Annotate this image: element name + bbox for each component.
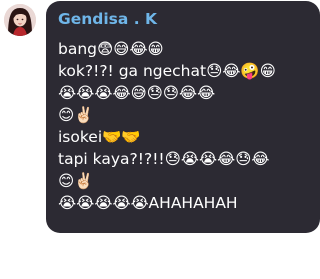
message-text: bang😨😅😂😁 kok?!?! ga ngechat😓😂🤪😁 😭😭😭😂😅😓😓😂… [58,38,314,214]
message-line: 😊✌🏻 [58,172,94,190]
message-line: kok?!?! ga ngechat😓😂🤪😁 [58,62,276,80]
avatar-image [4,4,36,36]
message-line: 😭😭😭😭😭AHAHAHAH [58,194,238,212]
sender-name[interactable]: Gendisa . K [58,10,157,28]
avatar[interactable] [4,4,36,36]
message-line: tapi kaya?!?!!😓😭😭😂😓😂 [58,150,270,168]
message-line: bang😨😅😂😁 [58,40,164,58]
message-bubble[interactable]: Gendisa . K bang😨😅😂😁 kok?!?! ga ngechat😓… [46,1,320,233]
message-line: 😊✌🏻 [58,106,94,124]
message-line: 😭😭😭😂😅😓😓😂😂 [58,84,216,102]
message-line: isokei🤝🤝 [58,128,141,146]
